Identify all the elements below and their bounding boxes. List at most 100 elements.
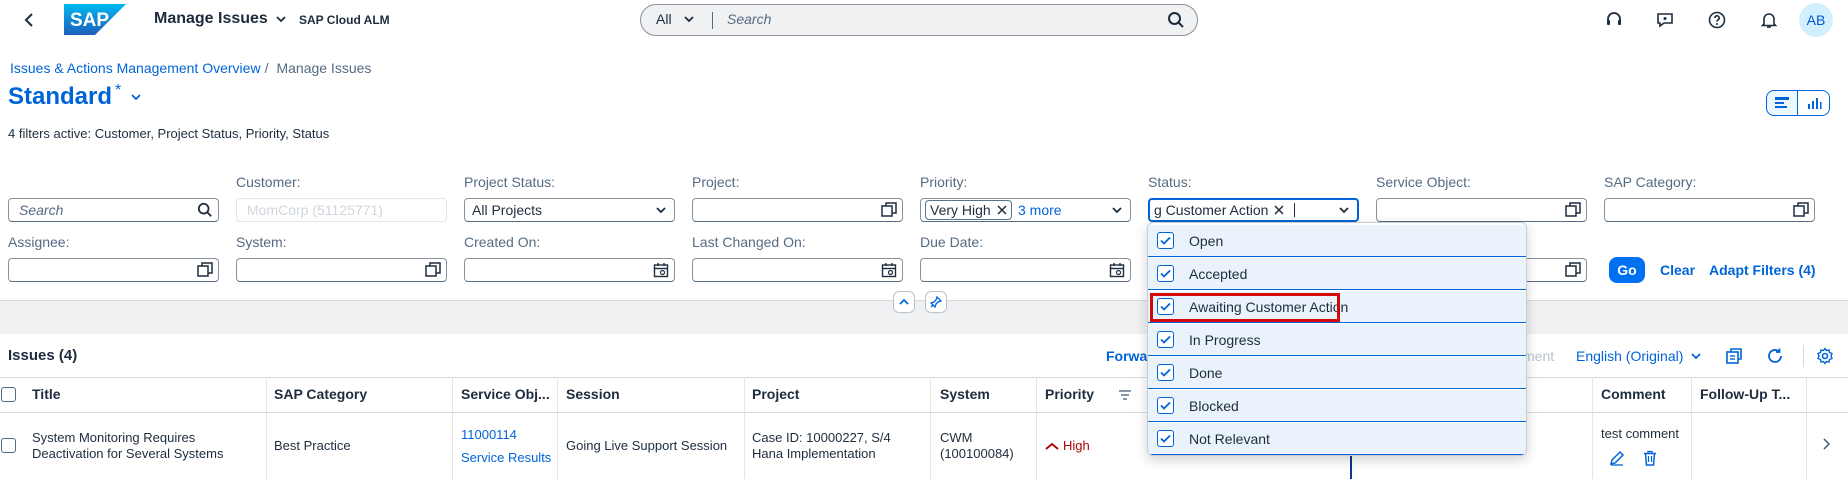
- last-changed-field[interactable]: [692, 258, 903, 282]
- column-header-sap-category[interactable]: SAP Category: [274, 386, 367, 402]
- status-option-label: In Progress: [1189, 331, 1261, 348]
- highlight-box: [1150, 293, 1340, 322]
- settings-icon[interactable]: [1816, 347, 1834, 365]
- table-divider: [1803, 345, 1804, 367]
- chevron-down-icon[interactable]: [1337, 203, 1351, 217]
- value-help-icon[interactable]: [1793, 202, 1809, 218]
- status-token[interactable]: g Customer Action: [1150, 200, 1289, 220]
- pin-header-button[interactable]: [925, 291, 947, 313]
- adapt-filters-button[interactable]: Adapt Filters (4): [1709, 262, 1816, 278]
- column-header-session[interactable]: Session: [566, 386, 620, 402]
- headset-icon[interactable]: [1598, 4, 1630, 36]
- expanded-view-button[interactable]: [1798, 90, 1830, 116]
- feedback-icon[interactable]: [1649, 4, 1681, 36]
- back-icon[interactable]: [20, 10, 40, 30]
- row-navigate-icon[interactable]: [1820, 437, 1832, 451]
- filter-search-field[interactable]: Search: [8, 198, 219, 222]
- row-service-object-id[interactable]: 11000114: [461, 427, 517, 442]
- status-option-done[interactable]: Done: [1148, 357, 1526, 389]
- row-session: Going Live Support Session: [566, 438, 728, 453]
- status-option-in-progress[interactable]: In Progress: [1148, 324, 1526, 356]
- value-help-icon[interactable]: [881, 202, 897, 218]
- priority-multiselect[interactable]: Very High 3 more: [920, 198, 1131, 222]
- created-on-field[interactable]: [464, 258, 675, 282]
- assignee-field[interactable]: [8, 258, 219, 282]
- disabled-toolbar-button[interactable]: ment: [1523, 348, 1554, 364]
- value-help-icon[interactable]: [425, 262, 441, 278]
- option-checkbox[interactable]: [1157, 232, 1174, 249]
- close-icon[interactable]: [1274, 205, 1284, 215]
- search-scope-select[interactable]: All: [656, 11, 696, 27]
- avatar[interactable]: AB: [1799, 3, 1833, 37]
- search-icon[interactable]: [197, 202, 213, 218]
- option-checkbox[interactable]: [1157, 364, 1174, 381]
- header-divider: [0, 300, 1848, 301]
- sap-logo[interactable]: SAP: [64, 4, 126, 35]
- go-button[interactable]: Go: [1609, 257, 1645, 283]
- checkmark-icon: [1160, 335, 1171, 344]
- calendar-icon[interactable]: [881, 262, 897, 278]
- row-service-results-link[interactable]: Service Results: [461, 450, 551, 465]
- app-title[interactable]: Manage Issues: [154, 10, 288, 28]
- status-option-not-relevant[interactable]: Not Relevant: [1148, 423, 1526, 455]
- edit-icon[interactable]: [1609, 450, 1625, 466]
- search-input[interactable]: Search: [727, 11, 771, 27]
- column-header-service-object[interactable]: Service Obj...: [461, 386, 550, 402]
- column-header-comment[interactable]: Comment: [1601, 386, 1666, 402]
- service-object-field[interactable]: [1376, 198, 1587, 222]
- breadcrumb-link[interactable]: Issues & Actions Management Overview: [10, 60, 261, 76]
- compact-view-button[interactable]: [1766, 90, 1798, 116]
- variant-selector[interactable]: Standard *: [8, 82, 143, 111]
- svg-text:SAP: SAP: [70, 10, 109, 31]
- column-header-title[interactable]: Title: [32, 386, 61, 402]
- project-status-select[interactable]: All Projects: [464, 198, 675, 222]
- option-checkbox[interactable]: [1157, 265, 1174, 282]
- list-icon: [1775, 97, 1789, 108]
- sap-category-field[interactable]: [1604, 198, 1815, 222]
- forward-button[interactable]: Forwar: [1106, 348, 1153, 364]
- calendar-icon[interactable]: [1109, 262, 1125, 278]
- select-all-checkbox[interactable]: [1, 387, 16, 402]
- filter-search-input[interactable]: Search: [19, 202, 63, 218]
- status-option-accepted[interactable]: Accepted: [1148, 258, 1526, 290]
- project-field[interactable]: [692, 198, 903, 222]
- search-scope-value: All: [656, 11, 672, 27]
- value-help-icon[interactable]: [197, 262, 213, 278]
- priority-token[interactable]: Very High: [925, 200, 1012, 220]
- collapse-header-button[interactable]: [893, 291, 915, 313]
- column-header-system[interactable]: System: [940, 386, 990, 402]
- global-search[interactable]: All Search: [640, 4, 1198, 36]
- clear-button[interactable]: Clear: [1660, 262, 1695, 278]
- status-option-blocked[interactable]: Blocked: [1148, 390, 1526, 422]
- shell-bar: SAP Manage Issues SAP Cloud ALM All Sear…: [0, 0, 1848, 40]
- close-icon[interactable]: [997, 205, 1007, 215]
- chevron-down-icon[interactable]: [1110, 203, 1124, 217]
- row-checkbox[interactable]: [1, 438, 16, 453]
- value-help-icon[interactable]: [1565, 262, 1581, 278]
- help-icon[interactable]: [1701, 4, 1733, 36]
- status-multiselect[interactable]: g Customer Action: [1148, 198, 1359, 222]
- pin-icon: [930, 296, 942, 308]
- option-checkbox[interactable]: [1157, 331, 1174, 348]
- variant-modified-marker: *: [115, 82, 122, 99]
- sort-icon[interactable]: [1118, 389, 1132, 401]
- column-header-project[interactable]: Project: [752, 386, 799, 402]
- status-option-open[interactable]: Open: [1148, 225, 1526, 257]
- system-field[interactable]: [236, 258, 447, 282]
- table-row[interactable]: System Monitoring Requires Deactivation …: [0, 413, 1848, 479]
- option-checkbox[interactable]: [1157, 430, 1174, 447]
- column-header-follow-up[interactable]: Follow-Up T...: [1700, 386, 1790, 402]
- notifications-icon[interactable]: [1753, 4, 1785, 36]
- calendar-icon[interactable]: [653, 262, 669, 278]
- customer-field[interactable]: MomCorp (51125771): [236, 198, 447, 222]
- value-help-icon[interactable]: [1565, 202, 1581, 218]
- priority-more-link[interactable]: 3 more: [1018, 202, 1062, 218]
- option-checkbox[interactable]: [1157, 397, 1174, 414]
- export-icon[interactable]: [1725, 347, 1743, 365]
- search-icon[interactable]: [1167, 11, 1185, 29]
- language-select[interactable]: English (Original): [1576, 348, 1703, 364]
- due-date-field[interactable]: [920, 258, 1131, 282]
- column-header-priority[interactable]: Priority: [1045, 386, 1094, 402]
- refresh-icon[interactable]: [1766, 347, 1784, 365]
- delete-icon[interactable]: [1642, 450, 1658, 466]
